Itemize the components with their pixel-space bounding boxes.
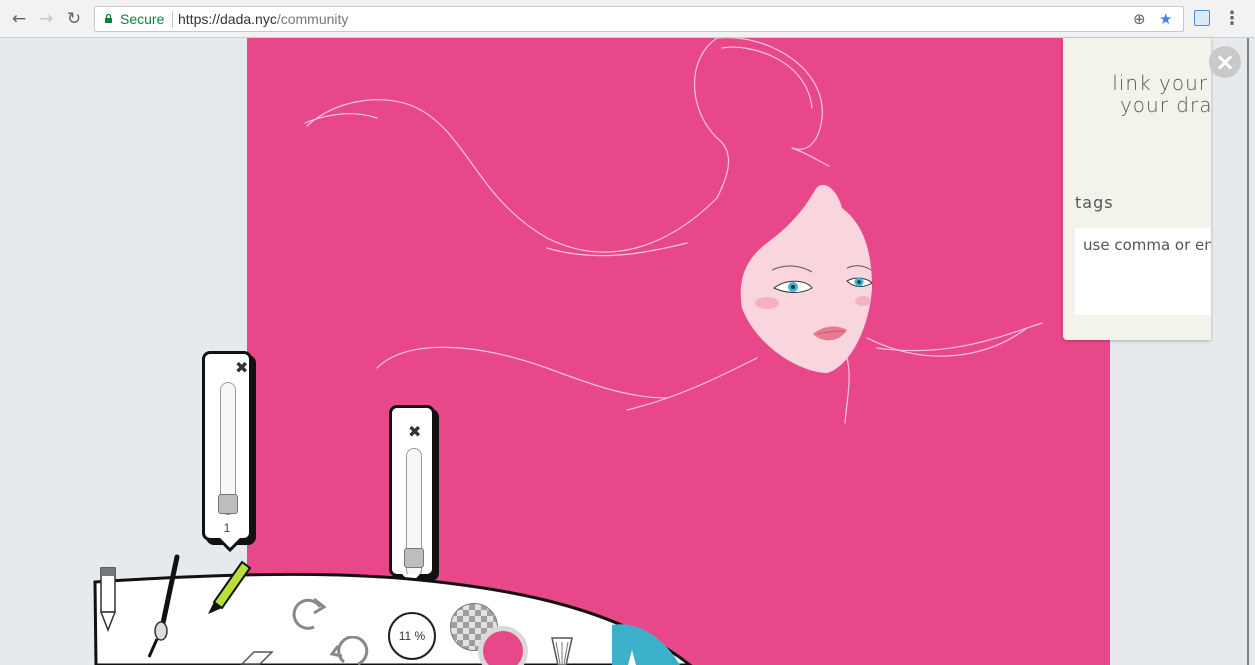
url-text[interactable]: https://dada.nyc/community [178, 11, 348, 27]
zoom-icon[interactable]: ⊕ [1133, 10, 1146, 28]
menu-kebab-icon[interactable]: ⋮ [1223, 8, 1241, 29]
forward-icon[interactable]: → [35, 8, 57, 30]
back-icon[interactable]: ← [8, 8, 30, 30]
fill-icon[interactable] [548, 634, 576, 665]
brush-size-slider-handle[interactable] [218, 494, 238, 514]
link-fb-text[interactable]: link your fb a your drawin [1075, 72, 1211, 116]
lock-icon [105, 14, 112, 23]
close-panel-icon[interactable]: × [1209, 46, 1241, 78]
undo-icon[interactable] [328, 636, 374, 665]
address-bar[interactable]: Secure https://dada.nyc/community ⊕ ★ [94, 6, 1184, 32]
star-icon[interactable]: ★ [1159, 10, 1172, 28]
secure-label: Secure [120, 11, 165, 27]
brush-size-value: 1 [223, 521, 231, 535]
brush-size-popup: ✖ 1 [202, 351, 252, 541]
reload-icon[interactable]: ↻ [63, 8, 85, 30]
link-fb-line1: link your fb a [1112, 71, 1211, 95]
scroll-divider [1247, 38, 1249, 665]
tags-input[interactable]: use comma or ent [1075, 228, 1211, 315]
eraser-icon[interactable] [236, 648, 276, 665]
url-host: https://dada.nyc [178, 11, 277, 27]
close-icon[interactable]: ✖ [408, 422, 421, 441]
extension-icon[interactable] [1194, 10, 1210, 26]
brush-icon[interactable] [143, 553, 185, 661]
url-path: /community [276, 11, 349, 27]
link-fb-line2: your drawin [1119, 93, 1211, 117]
opacity-button[interactable]: 11 % [388, 612, 436, 660]
address-separator [172, 11, 173, 28]
share-panel: link your fb a your drawin tags use comm… [1063, 38, 1211, 340]
marker-icon[interactable] [202, 556, 256, 620]
pencil-icon[interactable] [96, 562, 122, 634]
browser-toolbar: ← → ↻ Secure https://dada.nyc/community … [0, 0, 1255, 38]
redo-icon[interactable] [284, 591, 336, 635]
tags-label: tags [1075, 193, 1114, 212]
close-icon[interactable]: ✖ [235, 358, 248, 377]
